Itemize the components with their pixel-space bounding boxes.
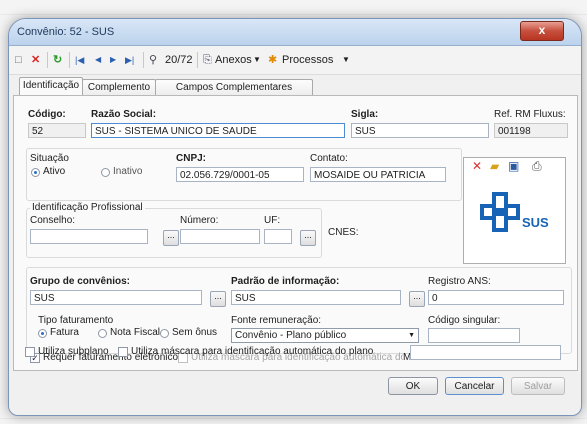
conselho-lookup-button[interactable]: ... xyxy=(163,230,179,246)
ref-rm-fluxus-label: Ref. RM Fluxus: xyxy=(494,109,566,120)
toolbar-separator xyxy=(143,52,144,68)
razao-social-field[interactable]: SUS - SISTEMA UNICO DE SAUDE xyxy=(91,123,345,138)
uf-lookup-button[interactable]: ... xyxy=(300,230,316,246)
find-icon[interactable]: ⚲ xyxy=(149,52,157,68)
toolbar-separator xyxy=(197,52,198,68)
title-bar: Convênio: 52 - SUS x xyxy=(9,19,581,46)
padrao-informacao-field[interactable]: SUS xyxy=(231,290,401,305)
next-record-icon[interactable]: ▶ xyxy=(110,52,116,68)
conselho-label: Conselho: xyxy=(30,215,76,226)
window-title: Convênio: 52 - SUS xyxy=(17,26,115,38)
anexos-dropdown-icon[interactable]: ▼ xyxy=(253,52,261,68)
sus-logo xyxy=(480,192,520,232)
conselho-field[interactable] xyxy=(30,229,148,244)
situacao-label: Situação xyxy=(30,153,69,164)
contato-field[interactable]: MOSAIDE OU PATRICIA xyxy=(310,167,446,182)
close-button[interactable]: x xyxy=(520,21,564,41)
print-image-icon[interactable]: ⎙ xyxy=(532,160,542,172)
chevron-down-icon: ▼ xyxy=(408,332,415,339)
codigo-singular-field[interactable] xyxy=(428,328,520,343)
registro-ans-field[interactable]: 0 xyxy=(428,290,564,305)
utiliza-mascara-plano-checkbox[interactable] xyxy=(118,347,128,357)
registro-ans-label: Registro ANS: xyxy=(428,276,491,287)
fatura-label: Fatura xyxy=(50,327,79,338)
last-record-icon[interactable]: ▶| xyxy=(125,52,134,68)
tab-identificacao[interactable]: Identificação xyxy=(19,77,83,97)
cnpj-field[interactable]: 02.056.729/0001-05 xyxy=(176,167,304,182)
new-icon[interactable]: □ xyxy=(15,52,22,68)
anexos-menu[interactable]: Anexos xyxy=(215,52,252,68)
codigo-singular-label: Código singular: xyxy=(428,315,501,326)
sus-logo-text: SUS xyxy=(522,215,549,230)
background-row xyxy=(0,0,587,15)
record-counter: 20/72 xyxy=(165,54,193,66)
nota-fiscal-label: Nota Fiscal xyxy=(110,327,161,338)
codigo-label: Código: xyxy=(28,109,66,120)
processos-menu[interactable]: Processos xyxy=(282,52,333,68)
sem-onus-label: Sem ônus xyxy=(172,327,218,338)
toolbar: □ ✕ ↻ |◀ ◀ ▶ ▶| ⚲ 20/72 ⎘ Anexos ▼ ✱ Pro… xyxy=(9,46,581,75)
remove-image-icon[interactable]: ✕ xyxy=(472,160,482,172)
grupo-convenios-field[interactable]: SUS xyxy=(30,290,202,305)
grupo-convenios-label: Grupo de convênios: xyxy=(30,276,131,287)
convenio-dialog: Convênio: 52 - SUS x □ ✕ ↻ |◀ ◀ ▶ ▶| ⚲ 2… xyxy=(8,18,582,416)
first-record-icon[interactable]: |◀ xyxy=(75,52,84,68)
codigo-field[interactable]: 52 xyxy=(28,123,86,138)
save-image-icon[interactable]: ▣ xyxy=(508,160,519,172)
salvar-button[interactable]: Salvar xyxy=(511,377,565,395)
fonte-remuneracao-select[interactable]: Convênio - Plano público ▼ xyxy=(231,328,419,343)
identificacao-panel: Código: 52 Razão Social: SUS - SISTEMA U… xyxy=(13,95,578,371)
logo-image-box: ✕ ▰ ▣ ⎙ SUS xyxy=(463,157,566,264)
fatura-radio[interactable] xyxy=(38,329,47,338)
utiliza-subplano-checkbox[interactable] xyxy=(25,347,35,357)
nota-fiscal-radio[interactable] xyxy=(98,329,107,338)
toolbar-separator xyxy=(47,52,48,68)
refresh-icon[interactable]: ↻ xyxy=(53,52,62,68)
tab-strip: Identificação Complemento Campos Complem… xyxy=(9,76,581,97)
ok-button[interactable]: OK xyxy=(388,377,438,395)
fonte-remuneracao-value: Convênio - Plano público xyxy=(235,330,347,341)
inativo-radio[interactable] xyxy=(101,168,110,177)
utiliza-subplano-label: Utiliza subplano xyxy=(38,346,109,357)
padrao-informacao-label: Padrão de informação: xyxy=(231,276,340,287)
uf-label: UF: xyxy=(264,215,281,226)
grupo-convenios-lookup-button[interactable]: ... xyxy=(210,291,226,307)
delete-icon[interactable]: ✕ xyxy=(31,52,40,68)
previous-record-icon[interactable]: ◀ xyxy=(95,52,101,68)
toolbar-separator xyxy=(69,52,70,68)
sigla-field[interactable]: SUS xyxy=(351,123,489,138)
padrao-informacao-lookup-button[interactable]: ... xyxy=(409,291,425,307)
attachment-icon: ⎘ xyxy=(203,54,212,66)
contato-label: Contato: xyxy=(310,153,348,164)
inativo-label: Inativo xyxy=(113,166,143,177)
identificacao-profissional-label: Identificação Profissional xyxy=(30,202,145,213)
open-image-icon[interactable]: ▰ xyxy=(490,160,499,172)
sigla-label: Sigla: xyxy=(351,109,379,120)
tab-complemento[interactable]: Complemento xyxy=(82,79,156,96)
numero-label: Número: xyxy=(180,215,219,226)
mascara-field[interactable] xyxy=(410,345,561,360)
cancelar-button[interactable]: Cancelar xyxy=(445,377,504,395)
ativo-radio[interactable] xyxy=(31,168,40,177)
razao-social-label: Razão Social: xyxy=(91,109,157,120)
processes-icon: ✱ xyxy=(268,54,278,66)
uf-field[interactable] xyxy=(264,229,292,244)
cnes-label: CNES: xyxy=(328,227,359,238)
tab-campos-complementares[interactable]: Campos Complementares xyxy=(155,79,313,96)
cnpj-label: CNPJ: xyxy=(176,153,207,164)
numero-field[interactable] xyxy=(180,229,260,244)
processos-dropdown-icon[interactable]: ▼ xyxy=(342,52,350,68)
ativo-label: Ativo xyxy=(43,166,66,177)
tipo-faturamento-label: Tipo faturamento xyxy=(38,315,114,326)
ref-rm-fluxus-field[interactable]: 001198 xyxy=(494,123,568,138)
utiliza-mascara-plano-label: Utiliza máscara para identificação autom… xyxy=(131,346,374,357)
fonte-remuneracao-label: Fonte remuneração: xyxy=(231,315,322,326)
sem-onus-radio[interactable] xyxy=(160,329,169,338)
